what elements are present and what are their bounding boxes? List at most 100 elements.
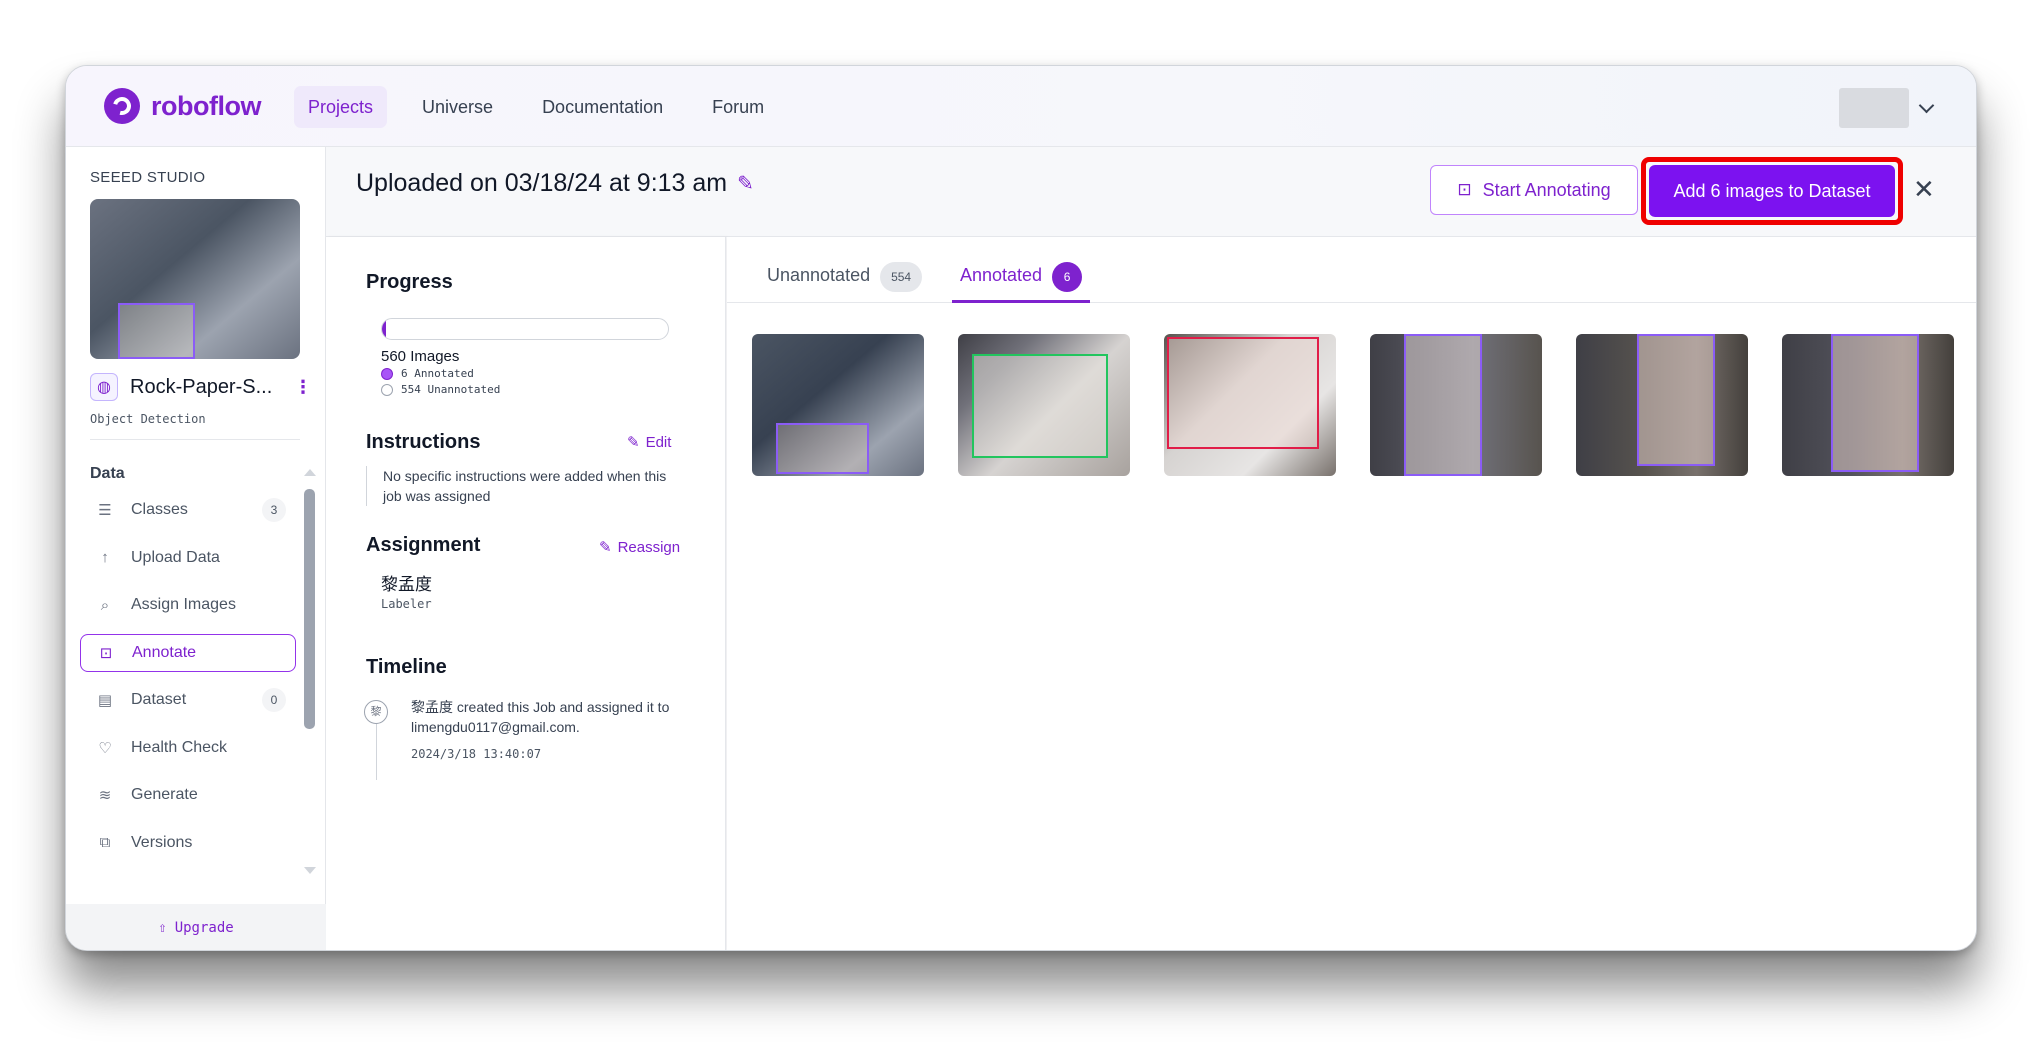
- start-annotating-label: Start Annotating: [1482, 179, 1611, 200]
- tab-unannotated[interactable]: Unannotated 554: [767, 256, 923, 303]
- start-annotating-button[interactable]: ⊡ Start Annotating: [1430, 165, 1638, 215]
- unannotated-dot: [381, 383, 393, 396]
- sidebar-item-annotate[interactable]: ⊡ Annotate: [80, 633, 296, 672]
- image-tile[interactable]: [958, 334, 1130, 476]
- timeline-line: [376, 724, 377, 780]
- reassign-link[interactable]: ✎ Reassign: [599, 538, 681, 557]
- add-to-dataset-button[interactable]: Add 6 images to Dataset: [1649, 165, 1895, 217]
- thumbnail-bounding-box: [118, 303, 195, 359]
- timeline-event-text: 黎孟度 created this Job and assigned it to …: [411, 699, 670, 735]
- versions-icon: ⧉: [99, 834, 111, 851]
- count-badge: 554: [880, 262, 923, 292]
- legend-unannotated: 554 Unannotated: [381, 383, 500, 396]
- roboflow-logo[interactable]: roboflow: [104, 88, 261, 124]
- tab-annotated[interactable]: Annotated 6: [952, 256, 1091, 303]
- sidebar-item-health-check[interactable]: ♡ Health Check: [80, 729, 296, 767]
- bounding-box: [1831, 334, 1919, 472]
- sidebar-item-label: Dataset: [131, 691, 187, 708]
- edit-icon: ✎: [627, 434, 640, 451]
- edit-icon[interactable]: ✎: [737, 171, 754, 196]
- sidebar-item-label: Generate: [131, 786, 198, 803]
- progress-bar-fill: [382, 319, 387, 339]
- project-type: Object Detection: [90, 412, 206, 426]
- nav-documentation[interactable]: Documentation: [528, 86, 677, 128]
- edit-label: Edit: [645, 433, 672, 451]
- image-tile[interactable]: [1576, 334, 1748, 476]
- upgrade-button[interactable]: ⇧ Upgrade: [66, 904, 326, 950]
- page-title: Uploaded on 03/18/24 at 9:13 am ✎: [356, 169, 754, 198]
- sidebar-item-upload-data[interactable]: ↑ Upload Data: [80, 539, 296, 577]
- account-menu[interactable]: [1839, 88, 1935, 128]
- section-label-data: Data: [90, 465, 125, 482]
- workspace-name: SEEED STUDIO: [90, 169, 206, 186]
- sidebar-item-assign-images[interactable]: ⌕ Assign Images: [80, 586, 296, 624]
- sidebar-item-dataset[interactable]: ▤ Dataset 0: [80, 681, 296, 719]
- annotate-icon: ⊡: [99, 644, 113, 662]
- chevron-down-icon[interactable]: [1918, 97, 1935, 113]
- sidebar-item-classes[interactable]: ☰ Classes 3: [80, 491, 296, 529]
- upload-arrow-icon: ↑: [101, 549, 109, 566]
- kebab-menu-icon[interactable]: ⋮: [294, 377, 312, 398]
- edit-icon: ✎: [599, 539, 612, 556]
- reassign-label: Reassign: [617, 538, 681, 556]
- sidebar-item-versions[interactable]: ⧉ Versions: [80, 824, 296, 862]
- app-window: roboflow Projects Universe Documentation…: [65, 65, 1977, 951]
- assignee-role: Labeler: [381, 597, 432, 611]
- nav-links: Projects Universe Documentation Forum: [294, 86, 799, 128]
- logo-text: roboflow: [151, 90, 261, 121]
- sidebar: SEEED STUDIO ◍ Rock-Paper-S... ⋮ Object …: [66, 147, 326, 950]
- annotated-legend-label: 6 Annotated: [401, 367, 474, 380]
- heart-icon: ♡: [98, 739, 112, 757]
- sidebar-item-label: Annotate: [132, 643, 197, 661]
- edit-instructions-link[interactable]: ✎ Edit: [627, 433, 672, 452]
- count-badge: 6: [1052, 262, 1083, 292]
- project-thumbnail[interactable]: [90, 199, 300, 359]
- progress-heading: Progress: [366, 271, 453, 293]
- nav-universe[interactable]: Universe: [408, 86, 507, 128]
- image-tile[interactable]: [1782, 334, 1954, 476]
- nav-forum[interactable]: Forum: [698, 86, 778, 128]
- bounding-box: [1637, 334, 1715, 466]
- progress-bar: [381, 318, 669, 340]
- avatar[interactable]: [1839, 88, 1909, 128]
- image-tile[interactable]: [752, 334, 924, 476]
- bounding-box: [972, 354, 1108, 458]
- project-name[interactable]: Rock-Paper-S...: [130, 376, 272, 399]
- add-to-dataset-label: Add 6 images to Dataset: [1673, 180, 1871, 201]
- nav-projects[interactable]: Projects: [294, 86, 388, 128]
- tab-bar: Unannotated 554 Annotated 6: [727, 237, 1976, 303]
- divider: [90, 439, 300, 440]
- search-icon: ⌕: [100, 596, 110, 614]
- annotate-icon: ⊡: [1457, 180, 1472, 199]
- job-header: Uploaded on 03/18/24 at 9:13 am ✎ ⊡ Star…: [326, 147, 1976, 237]
- instructions-heading: Instructions: [366, 431, 481, 453]
- top-navbar: roboflow Projects Universe Documentation…: [66, 66, 1976, 147]
- instructions-text: No specific instructions were added when…: [366, 466, 676, 506]
- sidebar-scrollbar[interactable]: [304, 489, 315, 729]
- page-title-text: Uploaded on 03/18/24 at 9:13 am: [356, 169, 728, 197]
- timeline-event-date: 2024/3/18 13:40:07: [411, 747, 542, 761]
- globe-icon: ◍: [90, 373, 118, 401]
- sidebar-menu: ☰ Classes 3 ↑ Upload Data ⌕ Assign Image…: [80, 491, 296, 871]
- scroll-up-arrow[interactable]: [304, 469, 316, 476]
- scroll-down-arrow[interactable]: [304, 867, 316, 874]
- layers-icon: ≋: [98, 787, 112, 804]
- close-icon[interactable]: ✕: [1913, 174, 1935, 205]
- images-icon: ▤: [97, 692, 113, 709]
- list-icon: ☰: [98, 502, 112, 519]
- upgrade-icon: ⇧: [158, 920, 167, 936]
- upgrade-label: Upgrade: [174, 920, 234, 936]
- image-tile[interactable]: [1164, 334, 1336, 476]
- annotated-dot: [381, 367, 393, 380]
- image-tile[interactable]: [1370, 334, 1542, 476]
- sidebar-item-generate[interactable]: ≋ Generate: [80, 776, 296, 814]
- assignment-heading: Assignment: [366, 534, 481, 556]
- bounding-box: [776, 423, 869, 474]
- images-area: Unannotated 554 Annotated 6: [727, 237, 1976, 950]
- job-info-panel: Progress 560 Images 6 Annotated 554 Unan…: [326, 237, 726, 950]
- sidebar-item-label: Assign Images: [131, 596, 236, 613]
- project-header: ◍ Rock-Paper-S... ⋮: [90, 373, 312, 401]
- timeline-avatar: 黎: [364, 700, 388, 724]
- count-badge: 0: [262, 688, 286, 712]
- count-badge: 3: [262, 498, 286, 522]
